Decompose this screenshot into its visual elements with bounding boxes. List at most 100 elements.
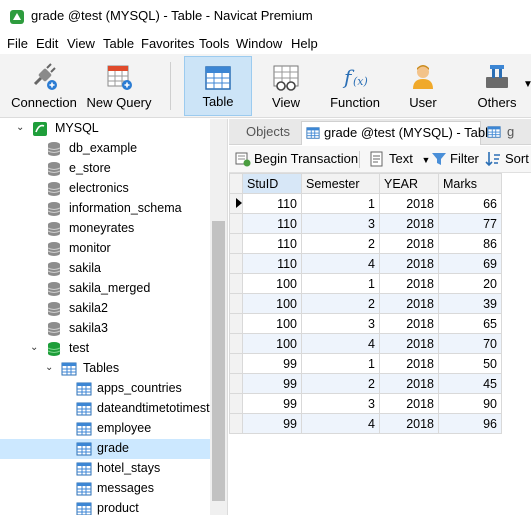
- cell-marks[interactable]: 96: [438, 413, 502, 434]
- table-button[interactable]: Table: [184, 56, 252, 116]
- cell-semester[interactable]: 4: [301, 253, 380, 274]
- menu-table[interactable]: Table: [103, 36, 134, 51]
- cell-semester[interactable]: 3: [301, 313, 380, 334]
- cell-marks[interactable]: 66: [438, 193, 502, 214]
- cell-marks[interactable]: 90: [438, 393, 502, 414]
- cell-semester[interactable]: 2: [301, 293, 380, 314]
- column-header-marks[interactable]: Marks: [438, 173, 502, 194]
- tree-db-sakila[interactable]: sakila: [0, 259, 210, 279]
- table-row[interactable]: 100 2 2018 39: [229, 293, 502, 314]
- tree-table-employee[interactable]: employee: [0, 419, 210, 439]
- cell-year[interactable]: 2018: [379, 373, 439, 394]
- tree-db-db-example[interactable]: db_example: [0, 139, 210, 159]
- cell-marks[interactable]: 45: [438, 373, 502, 394]
- function-button[interactable]: f (x) Function: [324, 56, 386, 116]
- cell-year[interactable]: 2018: [379, 393, 439, 414]
- cell-marks[interactable]: 77: [438, 213, 502, 234]
- menu-favorites[interactable]: Favorites: [141, 36, 194, 51]
- tree-db-sakila2[interactable]: sakila2: [0, 299, 210, 319]
- cell-marks[interactable]: 39: [438, 293, 502, 314]
- cell-stuid[interactable]: 100: [242, 293, 302, 314]
- table-row[interactable]: 110 3 2018 77: [229, 213, 502, 234]
- tree-table-grade[interactable]: grade: [0, 439, 210, 459]
- cell-semester[interactable]: 2: [301, 233, 380, 254]
- cell-marks[interactable]: 20: [438, 273, 502, 294]
- tree-table-hotel-stays[interactable]: hotel_stays: [0, 459, 210, 479]
- sort-button[interactable]: Sort: [485, 151, 529, 167]
- row-selector[interactable]: [229, 293, 243, 314]
- table-row[interactable]: 110 2 2018 86: [229, 233, 502, 254]
- cell-year[interactable]: 2018: [379, 313, 439, 334]
- text-button[interactable]: Text ▼: [369, 151, 430, 167]
- table-row[interactable]: 110 4 2018 69: [229, 253, 502, 274]
- tree-db-moneyrates[interactable]: moneyrates: [0, 219, 210, 239]
- menu-file[interactable]: File: [7, 36, 28, 51]
- user-button[interactable]: User: [398, 56, 448, 116]
- cell-stuid[interactable]: 100: [242, 273, 302, 294]
- cell-stuid[interactable]: 110: [242, 233, 302, 254]
- tree-db-information-schema[interactable]: information_schema: [0, 199, 210, 219]
- cell-stuid[interactable]: 99: [242, 353, 302, 374]
- row-selector[interactable]: [229, 373, 243, 394]
- cell-semester[interactable]: 1: [301, 193, 380, 214]
- tree-tables-folder[interactable]: ⌄ Tables: [0, 359, 210, 379]
- menu-tools[interactable]: Tools: [199, 36, 229, 51]
- tree-table-product[interactable]: product: [0, 499, 210, 515]
- others-button[interactable]: Others: [472, 56, 522, 116]
- collapse-chevron-icon[interactable]: ⌄: [45, 362, 53, 373]
- tree-table-apps-countries[interactable]: apps_countries: [0, 379, 210, 399]
- filter-button[interactable]: Filter: [431, 151, 479, 166]
- tree-scrollbar-thumb[interactable]: [212, 221, 225, 501]
- cell-stuid[interactable]: 110: [242, 193, 302, 214]
- column-header-year[interactable]: YEAR: [379, 173, 439, 194]
- menu-view[interactable]: View: [67, 36, 95, 51]
- tab-grade-table[interactable]: grade @test (MYSQL) - Table: [301, 121, 495, 145]
- table-row[interactable]: 100 3 2018 65: [229, 313, 502, 334]
- cell-semester[interactable]: 3: [301, 213, 380, 234]
- cell-stuid[interactable]: 99: [242, 393, 302, 414]
- cell-year[interactable]: 2018: [379, 293, 439, 314]
- row-selector[interactable]: [229, 353, 243, 374]
- row-selector[interactable]: [229, 233, 243, 254]
- cell-marks[interactable]: 70: [438, 333, 502, 354]
- cell-semester[interactable]: 1: [301, 273, 380, 294]
- cell-stuid[interactable]: 99: [242, 413, 302, 434]
- collapse-chevron-icon[interactable]: ⌄: [30, 342, 38, 353]
- cell-year[interactable]: 2018: [379, 353, 439, 374]
- tree-db-e-store[interactable]: e_store: [0, 159, 210, 179]
- row-selector[interactable]: [229, 413, 243, 434]
- cell-stuid[interactable]: 99: [242, 373, 302, 394]
- cell-semester[interactable]: 4: [301, 413, 380, 434]
- tab-objects[interactable]: Objects: [235, 121, 301, 145]
- tree-table-dateandtimetotimest[interactable]: dateandtimetotimest: [0, 399, 210, 419]
- tree-table-messages[interactable]: messages: [0, 479, 210, 499]
- cell-stuid[interactable]: 110: [242, 213, 302, 234]
- column-header-stuid[interactable]: StuID: [242, 173, 302, 194]
- tree-db-test[interactable]: ⌄ test: [0, 339, 210, 359]
- row-selector[interactable]: [229, 273, 243, 294]
- row-selector[interactable]: [229, 333, 243, 354]
- menu-edit[interactable]: Edit: [36, 36, 58, 51]
- table-row[interactable]: 99 3 2018 90: [229, 393, 502, 414]
- cell-year[interactable]: 2018: [379, 413, 439, 434]
- row-selector[interactable]: [229, 213, 243, 234]
- cell-stuid[interactable]: 110: [242, 253, 302, 274]
- toolbar-more-chevron-icon[interactable]: ▼: [523, 79, 531, 90]
- tree-db-sakila3[interactable]: sakila3: [0, 319, 210, 339]
- cell-semester[interactable]: 4: [301, 333, 380, 354]
- cell-marks[interactable]: 65: [438, 313, 502, 334]
- menu-window[interactable]: Window: [236, 36, 282, 51]
- row-selector[interactable]: [229, 393, 243, 414]
- cell-stuid[interactable]: 100: [242, 313, 302, 334]
- tree-db-monitor[interactable]: monitor: [0, 239, 210, 259]
- cell-marks[interactable]: 86: [438, 233, 502, 254]
- cell-marks[interactable]: 69: [438, 253, 502, 274]
- collapse-chevron-icon[interactable]: ⌄: [16, 122, 24, 133]
- cell-year[interactable]: 2018: [379, 193, 439, 214]
- table-row[interactable]: 100 1 2018 20: [229, 273, 502, 294]
- cell-semester[interactable]: 2: [301, 373, 380, 394]
- row-selector[interactable]: [229, 253, 243, 274]
- cell-marks[interactable]: 50: [438, 353, 502, 374]
- cell-year[interactable]: 2018: [379, 273, 439, 294]
- table-row[interactable]: 100 4 2018 70: [229, 333, 502, 354]
